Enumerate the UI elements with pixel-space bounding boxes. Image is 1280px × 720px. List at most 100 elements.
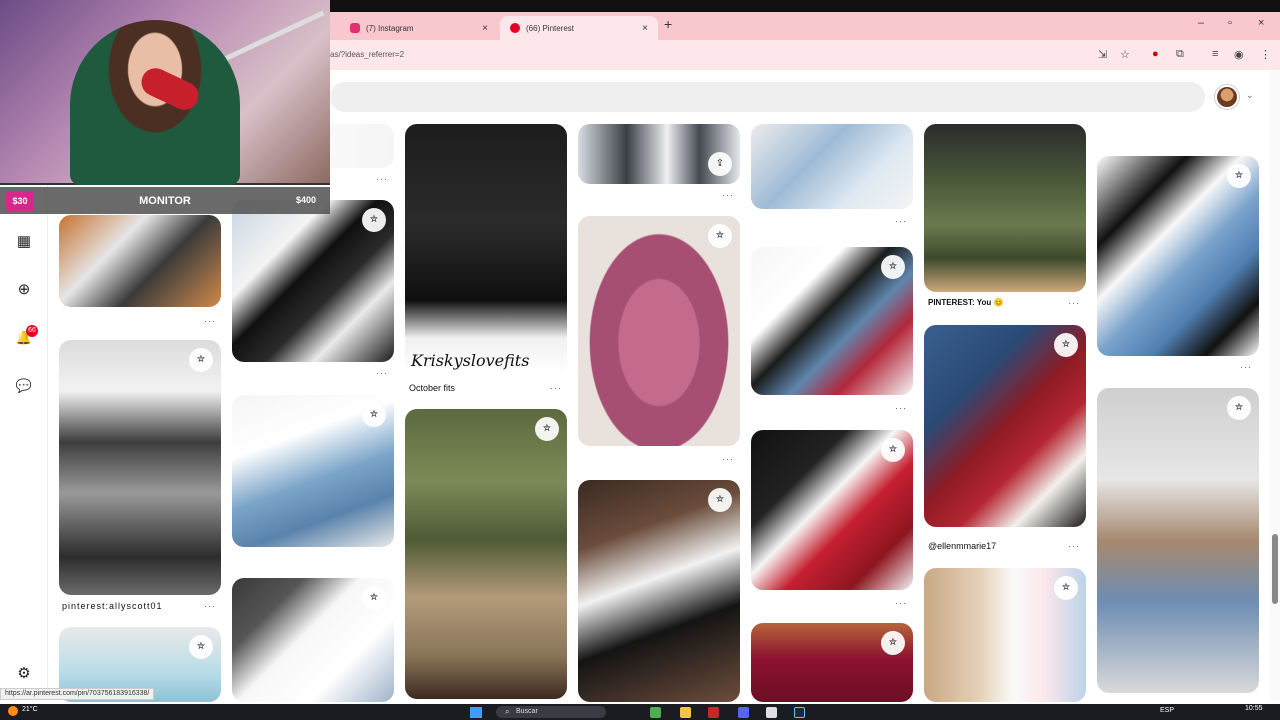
language-indicator[interactable]: ESP (1160, 707, 1174, 714)
pin-image[interactable]: ✮ (751, 623, 913, 702)
scrollbar-thumb[interactable] (1272, 534, 1278, 604)
more-options-icon[interactable]: ··· (895, 216, 907, 226)
pin-image[interactable]: ✮ (578, 480, 740, 702)
save-pin-icon[interactable]: ✮ (535, 417, 559, 441)
search-icon: ⌕ (505, 707, 510, 716)
pin-image[interactable]: ✮ (232, 395, 394, 547)
more-options-icon[interactable]: ··· (895, 598, 907, 608)
close-tab-icon[interactable]: × (642, 23, 648, 34)
pin-image[interactable]: ✮ (751, 247, 913, 395)
pin-image[interactable] (924, 124, 1086, 292)
extension-icon[interactable]: ● (1152, 48, 1159, 60)
dashboard-icon[interactable]: ▦ (15, 233, 33, 251)
chrome-icon[interactable] (650, 707, 661, 718)
pin-image[interactable]: ✮ (59, 340, 221, 595)
save-pin-icon[interactable]: ✮ (362, 586, 386, 610)
save-pin-icon[interactable]: ✮ (1227, 396, 1251, 420)
extensions-puzzle-icon[interactable]: ⧉ (1176, 48, 1184, 61)
app-icon[interactable] (708, 707, 719, 718)
pinterest-icon (510, 23, 520, 33)
save-pin-icon[interactable]: ✮ (189, 635, 213, 659)
pin-image[interactable]: Kriskyslovefits (405, 124, 567, 376)
save-pin-icon[interactable]: ✮ (362, 403, 386, 427)
create-icon[interactable]: ⊕ (15, 281, 33, 299)
scrollbar[interactable] (1270, 70, 1280, 700)
pin-image[interactable]: ✮ (578, 216, 740, 446)
pinterest-header: ⌄ (330, 70, 1280, 124)
avatar[interactable] (1215, 85, 1239, 109)
close-tab-icon[interactable]: × (482, 23, 488, 34)
weather-text: 21°C (22, 706, 38, 713)
pin-image[interactable]: ✮ (405, 409, 567, 699)
save-pin-icon[interactable]: ✮ (708, 488, 732, 512)
minimize-button[interactable]: – (1198, 17, 1204, 29)
taskbar: 21°C Buscar ⌕ ESP 10:55 (0, 704, 1280, 720)
tab-pinterest[interactable]: (66) Pinterest × (500, 16, 658, 40)
cost-badge-right: $400 (295, 195, 316, 205)
start-button[interactable] (470, 707, 482, 718)
address-bar[interactable]: as/?ideas_referrer=2 ⇲ ☆ ● ⧉ ≡ ◉ ⋮ (330, 40, 1280, 70)
steam-icon[interactable] (794, 707, 805, 718)
maximize-button[interactable]: ▫ (1228, 17, 1232, 29)
share-pin-icon[interactable]: ⇪ (708, 152, 732, 176)
close-window-button[interactable]: × (1258, 17, 1264, 29)
install-app-icon[interactable]: ⇲ (1098, 48, 1107, 61)
more-options-icon[interactable]: ··· (204, 601, 216, 611)
save-pin-icon[interactable]: ✮ (881, 255, 905, 279)
streamer-figure (70, 20, 240, 185)
search-input[interactable] (330, 82, 1205, 112)
save-pin-icon[interactable]: ✮ (362, 208, 386, 232)
save-pin-icon[interactable]: ✮ (708, 224, 732, 248)
monitor-label: MONITOR (139, 195, 191, 207)
pin-watermark: Kriskyslovefits (411, 351, 530, 370)
pin-image[interactable] (59, 215, 221, 307)
pin-image[interactable] (751, 124, 913, 209)
new-tab-button[interactable]: + (664, 16, 672, 32)
save-pin-icon[interactable]: ✮ (881, 631, 905, 655)
pin-image[interactable]: ✮ (1097, 388, 1259, 693)
profile-icon[interactable]: ◉ (1234, 48, 1244, 61)
more-options-icon[interactable]: ··· (895, 403, 907, 413)
sidebar: ▦ ⊕ 🔔 66 💬 ⚙ (0, 185, 48, 695)
save-pin-icon[interactable]: ✮ (1227, 164, 1251, 188)
more-options-icon[interactable]: ··· (1068, 541, 1080, 551)
pin-image[interactable]: ✮ (1097, 156, 1259, 356)
save-pin-icon[interactable]: ✮ (1054, 333, 1078, 357)
notification-badge: 66 (26, 325, 38, 337)
tab-instagram[interactable]: (7) Instagram × (340, 16, 498, 40)
app-icon[interactable] (766, 707, 777, 718)
messages-icon[interactable]: 💬 (15, 377, 33, 395)
pin-image[interactable]: ✮ (232, 200, 394, 362)
pin-caption: @ellenmmarie17 (928, 541, 997, 551)
chevron-down-icon[interactable]: ⌄ (1246, 90, 1254, 101)
save-pin-icon[interactable]: ✮ (1054, 576, 1078, 600)
more-options-icon[interactable]: ··· (1068, 298, 1080, 308)
taskbar-search[interactable]: Buscar (496, 706, 606, 718)
more-options-icon[interactable]: ··· (722, 454, 734, 464)
clock[interactable]: 10:55 (1245, 705, 1263, 712)
more-options-icon[interactable]: ··· (376, 174, 388, 184)
settings-icon[interactable]: ⚙ (15, 665, 33, 683)
bookmark-star-icon[interactable]: ☆ (1120, 48, 1130, 61)
status-link: https://ar.pinterest.com/pin/70375618391… (0, 688, 155, 700)
more-options-icon[interactable]: ··· (722, 190, 734, 200)
more-options-icon[interactable]: ··· (204, 316, 216, 326)
save-pin-icon[interactable]: ✮ (189, 348, 213, 372)
more-options-icon[interactable]: ··· (550, 383, 562, 393)
pin-image[interactable]: ✮ (232, 578, 394, 702)
more-options-icon[interactable]: ··· (1240, 362, 1252, 372)
url-text[interactable]: as/?ideas_referrer=2 (330, 50, 404, 59)
folder-icon[interactable] (680, 707, 691, 718)
weather-icon (8, 706, 18, 716)
pin-image[interactable]: ✮ (924, 568, 1086, 702)
more-options-icon[interactable]: ··· (376, 368, 388, 378)
discord-icon[interactable] (738, 707, 749, 718)
pin-image[interactable]: ✮ (751, 430, 913, 590)
reading-list-icon[interactable]: ≡ (1212, 48, 1218, 60)
monitor-bar: MONITOR $30 $400 (0, 187, 330, 214)
save-pin-icon[interactable]: ✮ (881, 438, 905, 462)
pin-image[interactable]: ✮ (924, 325, 1086, 527)
browser-menu-icon[interactable]: ⋮ (1260, 48, 1271, 61)
instagram-icon (350, 23, 360, 33)
pin-image[interactable]: ⇪ (578, 124, 740, 184)
